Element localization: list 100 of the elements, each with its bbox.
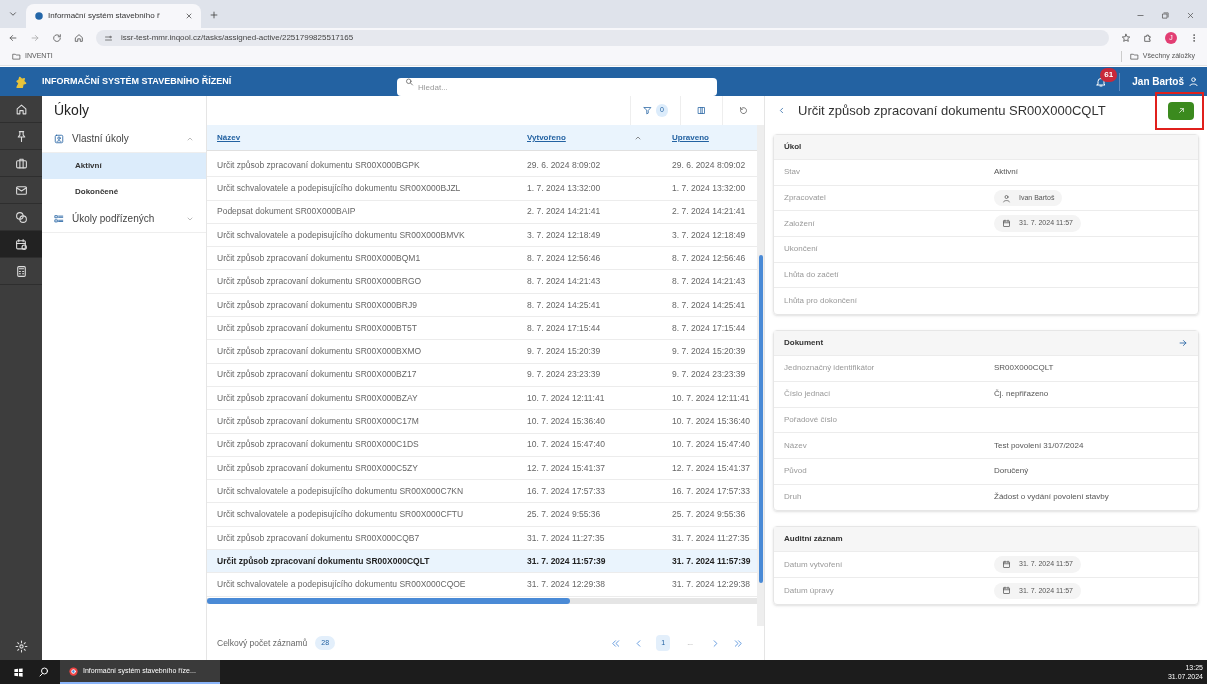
- field-value: Doručený: [994, 465, 1029, 478]
- settings-icon[interactable]: [14, 640, 28, 653]
- table-cell-text: Určit způsob zpracovaní dokumentu SR00X000C5ZY: [216, 461, 419, 475]
- calendar-icon: [1002, 560, 1011, 570]
- table-cell-text: Určit schvalovatele a podepisujícího dokumentu SR00X000BJZL: [216, 182, 462, 195]
- close-icon[interactable]: [185, 12, 193, 20]
- plus-icon[interactable]: [209, 10, 219, 20]
- field-value: Aktivní: [994, 166, 1018, 179]
- table-cell-text: 29. 6. 2024 8:09:02: [526, 158, 602, 172]
- table-cell-text: 31. 7. 2024 11:27:35: [671, 531, 751, 545]
- table-cell-text: 25. 7. 2024 9:55:36: [671, 508, 747, 521]
- first-page-icon[interactable]: [610, 637, 622, 649]
- star-icon[interactable]: [1121, 33, 1131, 43]
- section-title: Úkol: [784, 141, 802, 153]
- table-cell-text: 31. 7. 2024 11:57:39: [526, 554, 607, 568]
- restore-icon[interactable]: [1161, 11, 1170, 20]
- table-row[interactable]: Určit způsob zpracovaní dokumentu SR00X000BZ17 9. 7. 2024 23:23:39 9. 7. 2024 23:23:39: [207, 363, 757, 387]
- refresh-icon: [739, 106, 748, 115]
- table-row[interactable]: Určit způsob zpracovaní dokumentu SR00X000BQM1 8. 7. 2024 12:56:46 8. 7. 2024 12:56:46: [207, 247, 757, 271]
- site-settings-icon[interactable]: [104, 33, 113, 43]
- table-cell-text: 1. 7. 2024 13:32:00: [526, 182, 602, 195]
- field-label: Stav: [784, 166, 801, 179]
- vertical-scrollbar[interactable]: [757, 125, 764, 626]
- field-label: Lhůta pro dokončení: [784, 295, 858, 308]
- scrollbar-thumb[interactable]: [758, 255, 763, 583]
- reload-icon[interactable]: [52, 33, 62, 43]
- table-row[interactable]: Určit způsob zpracovaní dokumentu SR00X000C5ZY 12. 7. 2024 15:41:37 12. 7. 2024 15:41:37: [207, 456, 757, 481]
- table-cell-text: Určit způsob zpracovaní dokumentu SR00X000C1DS: [216, 438, 420, 452]
- field-label: Datum vytvoření: [784, 558, 844, 571]
- table-cell-text: 12. 7. 2024 15:41:37: [671, 461, 751, 475]
- table-cell-text: 10. 7. 2024 15:36:40: [526, 415, 606, 428]
- table-cell-text: 12. 7. 2024 15:41:37: [526, 461, 606, 475]
- last-page-icon[interactable]: [733, 637, 744, 649]
- table-cell-text: 10. 7. 2024 15:36:40: [671, 415, 751, 428]
- search-icon[interactable]: [38, 666, 50, 678]
- field-label: Název: [784, 439, 808, 452]
- tab-list-icon[interactable]: [8, 9, 18, 19]
- back-icon[interactable]: [8, 33, 18, 43]
- table-row[interactable]: Určit způsob zpracovaní dokumentu SR00X000C17M 10. 7. 2024 15:36:40 10. 7. 2024 15:36:40: [207, 410, 757, 434]
- sidebar-title: Úkoly: [53, 101, 90, 120]
- table-cell-text: Určit schvalovatele a podepisujícího dokumentu SR00X000C7KN: [216, 484, 465, 498]
- table-cell-text: Určit způsob zpracovaní dokumentu SR00X000BGPK: [216, 158, 421, 172]
- sidebar-item[interactable]: Dokončené: [42, 179, 206, 205]
- back-chevron-icon[interactable]: [777, 106, 786, 115]
- field-value: SR00X000CQLT: [994, 362, 1054, 375]
- table-row[interactable]: Určit způsob zpracovaní dokumentu SR00X000BZAY 10. 7. 2024 12:11:41 10. 7. 2024 12:11:41: [207, 386, 757, 411]
- scrollbar-thumb[interactable]: [207, 597, 570, 604]
- sidebar-group[interactable]: Úkoly podřízených: [42, 205, 206, 233]
- assign-button[interactable]: [1168, 101, 1194, 120]
- detail-title: Určit způsob zpracovaní dokumentu SR00X000CQLT: [798, 101, 1106, 120]
- user-name[interactable]: Jan Bartoš: [1132, 74, 1184, 89]
- sidebar-item[interactable]: Aktivní: [42, 153, 206, 179]
- table-row[interactable]: Určit způsob zpracovaní dokumentu SR00X000CQLT 31. 7. 2024 11:57:39 31. 7. 2024 11:57:39: [207, 550, 757, 574]
- table-cell-text: 8. 7. 2024 17:15:44: [526, 321, 602, 335]
- table-row[interactable]: Určit způsob zpracovaní dokumentu SR00X000BXMO 9. 7. 2024 15:20:39 9. 7. 2024 15:20:39: [207, 340, 757, 364]
- bell-icon[interactable]: [1095, 75, 1108, 88]
- table-cell-text: Určit způsob zpracovaní dokumentu SR00X000BZ17: [216, 368, 418, 382]
- table-cell-text: 8. 7. 2024 14:25:41: [526, 298, 602, 312]
- table-cell-text: Určit způsob zpracovaní dokumentu SR00X000BZAY: [216, 391, 419, 405]
- table-row[interactable]: Určit způsob zpracovaní dokumentu SR00X000C1DS 10. 7. 2024 15:47:40 10. 7. 2024 15:47:40: [207, 433, 757, 457]
- table-row[interactable]: Podepsat dokument SR00X000BAIP 2. 7. 2024 14:21:41 2. 7. 2024 14:21:41: [207, 200, 757, 224]
- arrow-icon: [1176, 106, 1186, 115]
- folder-icon: [1129, 52, 1139, 61]
- table-cell-text: Určit schvalovatele a podepisujícího dokumentu SR00X000BMVK: [216, 228, 466, 242]
- table-cell-text: 10. 7. 2024 12:11:41: [526, 391, 606, 405]
- arrow-right-icon[interactable]: [1178, 338, 1188, 349]
- table-cell-text: 8. 7. 2024 14:25:41: [671, 298, 747, 312]
- column-header[interactable]: Název: [217, 131, 241, 144]
- table-row[interactable]: Určit způsob zpracovaní dokumentu SR00X000BGPK 29. 6. 2024 8:09:02 29. 6. 2024 8:09:02: [207, 154, 757, 178]
- search-field[interactable]: Hledat...: [397, 78, 717, 96]
- user-icon[interactable]: [1188, 76, 1199, 87]
- close-icon[interactable]: [1186, 11, 1195, 20]
- windows-start-icon[interactable]: [13, 666, 24, 678]
- table-row[interactable]: Určit schvalovatele a podepisujícího dokumentu SR00X000C7KN 16. 7. 2024 17:57:33 16. 7. 2024 17:57:33: [207, 480, 757, 504]
- table-cell-text: 2. 7. 2024 14:21:41: [526, 205, 602, 219]
- column-header[interactable]: Upraveno: [672, 131, 709, 144]
- table-cell-text: 16. 7. 2024 17:57:33: [671, 484, 751, 498]
- home-icon[interactable]: [74, 33, 84, 43]
- nav-rail-button[interactable]: [0, 231, 42, 258]
- table-row[interactable]: Určit schvalovatele a podepisujícího dokumentu SR00X000BMVK 3. 7. 2024 12:18:49 3. 7. 2024 12:18:49: [207, 223, 757, 248]
- coins-icon: [14, 210, 28, 224]
- table-cell-text: Určit způsob zpracovaní dokumentu SR00X000BQM1: [216, 251, 422, 265]
- table-cell-text: 2. 7. 2024 14:21:41: [671, 205, 747, 219]
- home-icon: [14, 102, 28, 116]
- browser-tab[interactable]: Informační systém stavebního ř: [26, 4, 201, 28]
- address-bar[interactable]: issr-test-mmr.inqool.cz/tasks/assigned-active/2251799825517165: [96, 30, 1109, 46]
- table-row[interactable]: Určit způsob zpracovaní dokumentu SR00X000BRJ9 8. 7. 2024 14:25:41 8. 7. 2024 14:25:41: [207, 293, 757, 318]
- horizontal-scrollbar[interactable]: [207, 597, 757, 604]
- table-row[interactable]: Určit schvalovatele a podepisujícího dokumentu SR00X000BJZL 1. 7. 2024 13:32:00 1. 7. 2024 13:32:00: [207, 177, 757, 201]
- table-row[interactable]: Určit schvalovatele a podepisujícího dokumentu SR00X000CQOE 31. 7. 2024 12:29:38 31. 7. 2024 12:29:38: [207, 573, 757, 597]
- table-row[interactable]: Určit způsob zpracovaní dokumentu SR00X000BRGO 8. 7. 2024 14:21:43 8. 7. 2024 14:21:43: [207, 270, 757, 294]
- column-header[interactable]: Vytvořeno: [527, 131, 654, 144]
- field-label: Číslo jednací: [784, 388, 832, 401]
- table-cell-text: 8. 7. 2024 12:56:46: [671, 251, 747, 265]
- table-row[interactable]: Určit způsob zpracovaní dokumentu SR00X000BT5T 8. 7. 2024 17:15:44 8. 7. 2024 17:15:44: [207, 317, 757, 341]
- puzzle-icon[interactable]: [1143, 33, 1153, 43]
- table-row[interactable]: Určit schvalovatele a podepisujícího dokumentu SR00X000CFTU 25. 7. 2024 9:55:36 25. 7. 2024 9:55:36: [207, 503, 757, 527]
- table-cell-text: 31. 7. 2024 12:29:38: [671, 578, 751, 591]
- columns-icon: [697, 106, 706, 115]
- calendar-clock-icon: [14, 237, 28, 251]
